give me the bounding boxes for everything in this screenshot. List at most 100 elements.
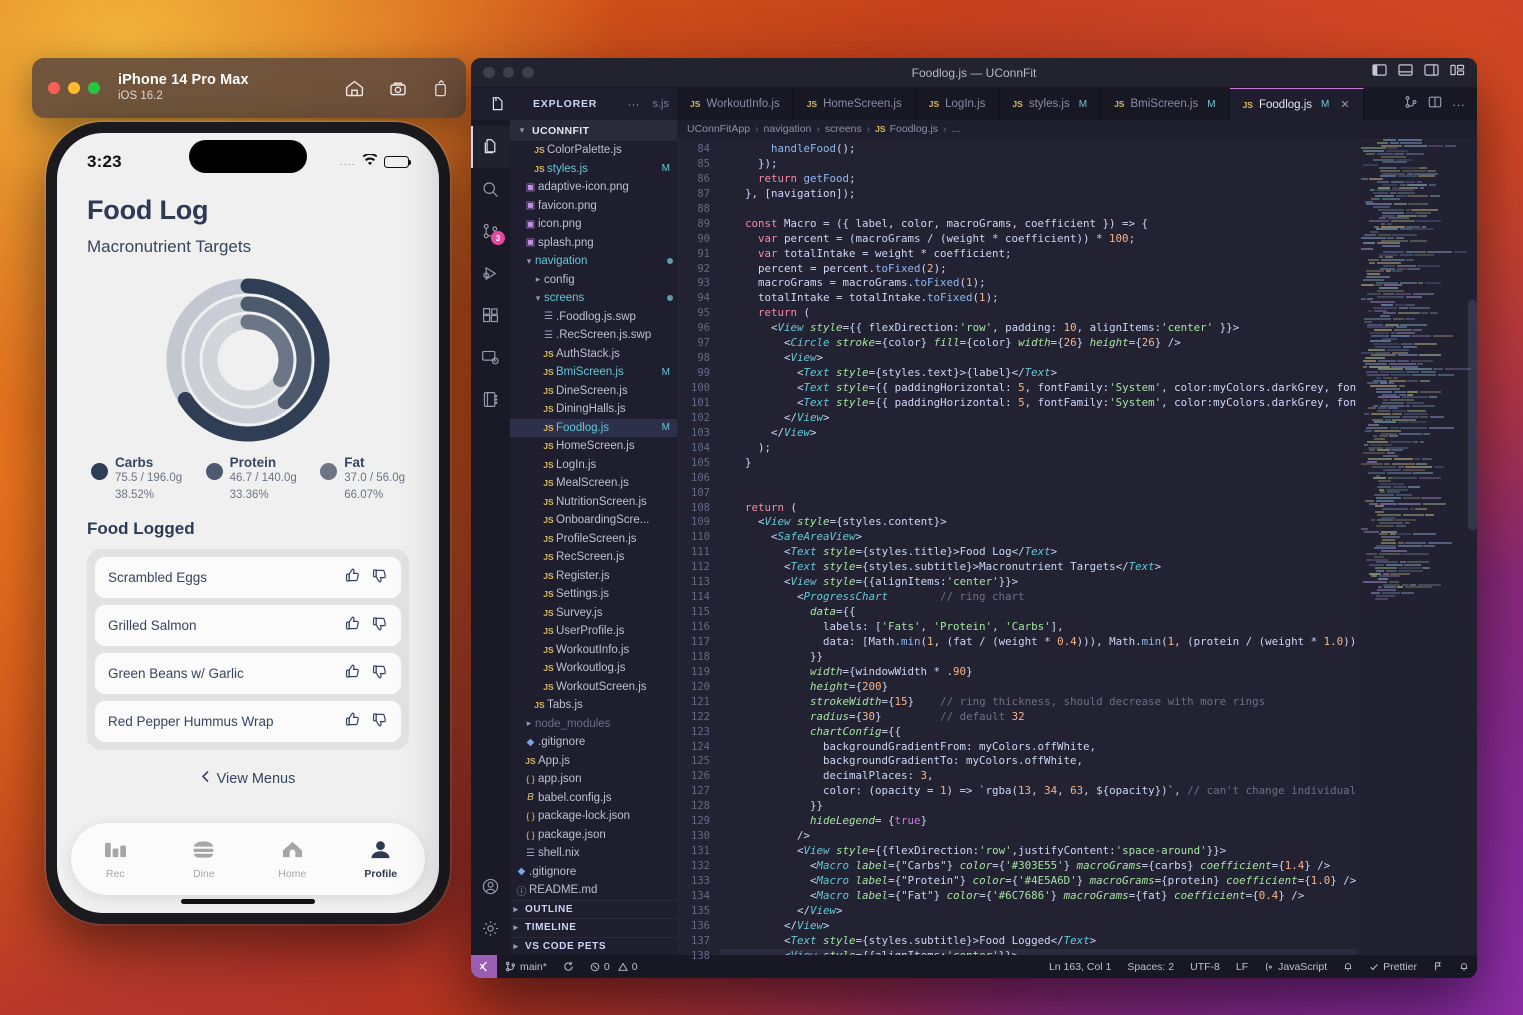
code-line[interactable]: totalIntake = totalIntake.toFixed(1); bbox=[719, 291, 1357, 306]
editor-tab[interactable]: JS WorkoutInfo.js bbox=[677, 88, 794, 120]
code-line[interactable]: }); bbox=[719, 157, 1357, 172]
code-line[interactable]: }} bbox=[719, 650, 1357, 665]
minimize-button[interactable] bbox=[503, 67, 515, 79]
tree-item[interactable]: JS Foodlog.js M bbox=[510, 419, 677, 438]
activity-run-debug-icon[interactable] bbox=[471, 252, 510, 294]
code-line[interactable] bbox=[719, 471, 1357, 486]
status-bell-icon[interactable] bbox=[1335, 955, 1361, 978]
tree-item[interactable]: ◆ .gitignore bbox=[510, 733, 677, 752]
code-line[interactable]: </View> bbox=[719, 919, 1357, 934]
code-line[interactable]: <Macro label={"Fat"} color={'#6C7686'} m… bbox=[719, 889, 1357, 904]
status-feedback-icon[interactable] bbox=[1425, 955, 1451, 978]
code-line[interactable]: width={windowWidth * .90} bbox=[719, 665, 1357, 680]
rating-controls[interactable] bbox=[344, 663, 388, 685]
code-line[interactable]: </View> bbox=[719, 411, 1357, 426]
editor-tab[interactable]: JS BmiScreen.js M bbox=[1101, 88, 1230, 120]
tree-item[interactable]: ▣ favicon.png bbox=[510, 197, 677, 216]
status-sync-icon[interactable] bbox=[555, 955, 582, 978]
food-row[interactable]: Scrambled Eggs bbox=[95, 557, 401, 598]
thumbs-up-icon[interactable] bbox=[344, 663, 361, 685]
close-button[interactable] bbox=[483, 67, 495, 79]
status-bar[interactable]: main* 0 0 Ln 163, Col 1 Spaces: 2 UTF-8 … bbox=[471, 955, 1477, 978]
code-line[interactable]: return ( bbox=[719, 306, 1357, 321]
code-line[interactable]: <View style={{alignItems:'center'}}> bbox=[719, 949, 1357, 955]
rating-controls[interactable] bbox=[344, 567, 388, 589]
breadcrumb[interactable]: UConnFitApp › navigation › screens › JS Foodlog… bbox=[677, 120, 1477, 138]
code-line[interactable]: <Macro label={"Carbs"} color={'#303E55'}… bbox=[719, 859, 1357, 874]
vscode-window[interactable]: Foodlog.js — UConnFit EXPLORER ··· s.js … bbox=[471, 58, 1477, 978]
ios-simulator-window[interactable]: iPhone 14 Pro Max iOS 16.2 3:23 .... Foo… bbox=[32, 58, 466, 924]
minimize-button[interactable] bbox=[68, 82, 80, 94]
breadcrumb-item[interactable]: UConnFitApp bbox=[687, 123, 750, 135]
toggle-panel-icon[interactable] bbox=[1398, 63, 1413, 82]
code-line[interactable]: <Text style={styles.subtitle}>Food Logge… bbox=[719, 934, 1357, 949]
code-line[interactable]: </View> bbox=[719, 904, 1357, 919]
code-line[interactable]: <View> bbox=[719, 351, 1357, 366]
code-line[interactable]: } bbox=[719, 456, 1357, 471]
tree-item[interactable]: ▸ node_modules bbox=[510, 715, 677, 734]
chevron-right-icon[interactable]: ▸ bbox=[532, 274, 544, 285]
explorer-panel[interactable]: ▾ UCONNFIT JS ColorPalette.js JS styles.js… bbox=[510, 120, 677, 955]
close-icon[interactable]: ✕ bbox=[1340, 98, 1349, 111]
tree-item[interactable]: ▸ config bbox=[510, 271, 677, 290]
tree-item[interactable]: ☰ .RecScreen.js.swp bbox=[510, 326, 677, 345]
status-language-mode[interactable]: JavaScript bbox=[1256, 955, 1335, 978]
code-line[interactable]: backgroundGradientFrom: myColors.offWhit… bbox=[719, 740, 1357, 755]
code-line[interactable]: }, [navigation]); bbox=[719, 187, 1357, 202]
tree-item[interactable]: JS Workoutlog.js bbox=[510, 659, 677, 678]
activity-bar-bottom[interactable] bbox=[471, 865, 510, 955]
tree-item[interactable]: JS App.js bbox=[510, 752, 677, 771]
customize-layout-icon[interactable] bbox=[1450, 63, 1465, 82]
editor-layout-controls[interactable] bbox=[1372, 63, 1465, 82]
code-content[interactable]: handleFood(); }); return getFood; }, [na… bbox=[719, 120, 1357, 955]
breadcrumb-item[interactable]: Foodlog.js bbox=[890, 123, 938, 135]
explorer-panel-header[interactable]: ▸ TIMELINE bbox=[510, 918, 677, 937]
tree-item[interactable]: JS UserProfile.js bbox=[510, 622, 677, 641]
code-line[interactable]: <View style={{ flexDirection:'row', padd… bbox=[719, 321, 1357, 336]
code-line[interactable]: return getFood; bbox=[719, 172, 1357, 187]
tree-item[interactable]: JS OnboardingScre... bbox=[510, 511, 677, 530]
activity-bar[interactable]: 3 bbox=[471, 120, 510, 955]
vscode-traffic-lights[interactable] bbox=[483, 67, 534, 79]
thumbs-down-icon[interactable] bbox=[371, 663, 388, 685]
code-line[interactable]: /> bbox=[719, 829, 1357, 844]
status-formatter[interactable]: Prettier bbox=[1361, 955, 1425, 978]
code-line[interactable]: macroGrams = macroGrams.toFixed(1); bbox=[719, 276, 1357, 291]
code-line[interactable]: <View style={{flexDirection:'row',justif… bbox=[719, 844, 1357, 859]
tree-item[interactable]: JS ProfileScreen.js bbox=[510, 530, 677, 549]
code-line[interactable]: <Text style={styles.text}>{label}</Text> bbox=[719, 366, 1357, 381]
tree-item[interactable]: ▾ navigation bbox=[510, 252, 677, 271]
code-line[interactable]: <Text style={{ paddingHorizontal: 5, fon… bbox=[719, 396, 1357, 411]
simulator-actions[interactable] bbox=[344, 78, 450, 99]
tree-item[interactable]: JS Tabs.js bbox=[510, 696, 677, 715]
code-line[interactable]: <Text style={styles.title}>Food Log</Tex… bbox=[719, 545, 1357, 560]
code-line[interactable]: percent = percent.toFixed(2); bbox=[719, 262, 1357, 277]
status-indentation[interactable]: Spaces: 2 bbox=[1119, 955, 1182, 978]
tab-home[interactable]: Home bbox=[248, 839, 337, 880]
file-tree[interactable]: JS ColorPalette.js JS styles.js M ▣ adaptive… bbox=[510, 141, 677, 900]
thumbs-up-icon[interactable] bbox=[344, 711, 361, 733]
chevron-down-icon[interactable]: ▾ bbox=[523, 256, 535, 267]
status-cursor-position[interactable]: Ln 163, Col 1 bbox=[1041, 955, 1119, 978]
rating-controls[interactable] bbox=[344, 615, 388, 637]
tree-item[interactable]: ▣ icon.png bbox=[510, 215, 677, 234]
code-line[interactable]: strokeWidth={15} // ring thickness, shou… bbox=[719, 695, 1357, 710]
tree-item[interactable]: JS NutritionScreen.js bbox=[510, 493, 677, 512]
activity-notebook-icon[interactable] bbox=[471, 378, 510, 420]
activity-files-icon[interactable] bbox=[471, 126, 510, 168]
tree-item[interactable]: JS BmiScreen.js M bbox=[510, 363, 677, 382]
code-line[interactable]: color: (opacity = 1) => `rgba(13, 34, 63… bbox=[719, 784, 1357, 799]
code-line[interactable]: <Text style={{ paddingHorizontal: 5, fon… bbox=[719, 381, 1357, 396]
editor-tab-actions[interactable]: ··· bbox=[1392, 88, 1477, 120]
split-editor-icon[interactable] bbox=[1428, 95, 1442, 114]
tree-item[interactable]: JS AuthStack.js bbox=[510, 345, 677, 364]
code-line[interactable]: var totalIntake = weight * coefficient; bbox=[719, 247, 1357, 262]
tree-item[interactable]: JS DiningHalls.js bbox=[510, 400, 677, 419]
thumbs-up-icon[interactable] bbox=[344, 567, 361, 589]
tree-item[interactable]: JS Settings.js bbox=[510, 585, 677, 604]
tree-item[interactable]: JS MealScreen.js bbox=[510, 474, 677, 493]
code-line[interactable]: <Text style={styles.subtitle}>Macronutri… bbox=[719, 560, 1357, 575]
activity-search-icon[interactable] bbox=[471, 168, 510, 210]
tree-item[interactable]: JS styles.js M bbox=[510, 160, 677, 179]
tree-item[interactable]: { } package.json bbox=[510, 826, 677, 845]
